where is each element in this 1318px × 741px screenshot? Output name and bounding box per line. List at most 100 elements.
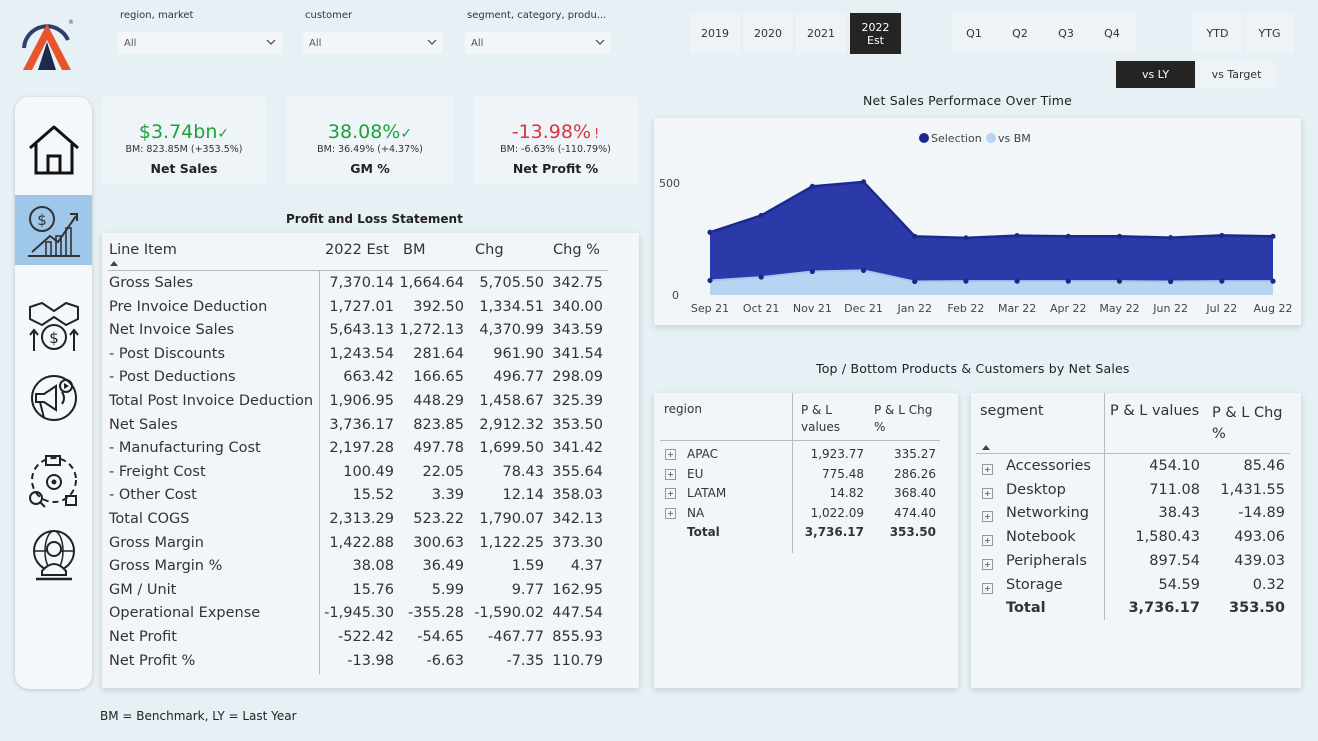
pl-header-bm[interactable]: BM xyxy=(403,242,425,258)
table-row[interactable]: Net Profit -522.42 -54.65 -467.77 855.93 xyxy=(109,629,609,652)
table-row[interactable]: GM / Unit 15.76 5.99 9.77 162.95 xyxy=(109,582,609,605)
vs-bm-point[interactable] xyxy=(758,274,764,280)
table-row[interactable]: Total Post Invoice Deduction 1,906.95 448.… xyxy=(109,393,609,416)
expand-plus-icon[interactable] xyxy=(982,511,993,523)
selection-point[interactable] xyxy=(1116,233,1123,239)
table-row[interactable]: - Freight Cost 100.49 22.05 78.43 355.64 xyxy=(109,464,609,487)
slicer-segment-dropdown[interactable]: All xyxy=(465,32,611,54)
expand-plus-icon[interactable] xyxy=(665,449,676,460)
table-row[interactable]: - Post Deductions 663.42 166.65 496.77 298.0… xyxy=(109,369,609,392)
sidebar-item-marketing[interactable] xyxy=(15,365,92,435)
vs-bm-point[interactable] xyxy=(912,278,918,285)
expand-plus-icon[interactable] xyxy=(982,558,993,570)
vs-bm-point[interactable] xyxy=(1065,278,1071,284)
table-row[interactable]: - Manufacturing Cost 2,197.28 497.78 1,699.… xyxy=(109,440,609,463)
table-row[interactable]: Notebook 1,580.43 493.06 xyxy=(971,527,1296,550)
segment-total-row[interactable]: Total 3,736.17 353.50 xyxy=(971,598,1296,621)
sidebar-item-supply-chain[interactable] xyxy=(15,445,92,515)
vs-bm-point[interactable] xyxy=(1116,278,1123,284)
pl-header-2022-est[interactable]: 2022 Est xyxy=(325,242,389,258)
ytg-button[interactable]: YTG xyxy=(1245,13,1294,54)
ytd-button[interactable]: YTD xyxy=(1193,13,1242,54)
vs-bm-point[interactable] xyxy=(1270,278,1276,284)
selection-point[interactable] xyxy=(1065,233,1071,239)
selection-point[interactable] xyxy=(912,233,918,239)
year-2019-button[interactable]: 2019 xyxy=(690,13,740,54)
selection-point[interactable] xyxy=(963,235,969,241)
table-row[interactable]: Networking 38.43 -14.89 xyxy=(971,503,1296,526)
table-row[interactable]: EU 775.48 286.26 xyxy=(654,465,954,484)
vs-bm-point[interactable] xyxy=(963,278,969,284)
region-header-label[interactable]: region xyxy=(664,402,702,416)
year-2022-est-button[interactable]: 2022 Est xyxy=(850,13,901,54)
sort-ascending-icon[interactable] xyxy=(981,444,991,451)
sidebar-item-sales[interactable]: $ xyxy=(15,290,92,360)
table-row[interactable]: APAC 1,923.77 335.27 xyxy=(654,445,954,464)
quarter-q3-button[interactable]: Q3 xyxy=(1043,13,1089,54)
year-2021-button[interactable]: 2021 xyxy=(796,13,846,54)
expand-plus-icon[interactable] xyxy=(982,582,993,594)
table-row[interactable]: Peripherals 897.54 439.03 xyxy=(971,551,1296,574)
pl-cell: 166.65 xyxy=(413,369,464,386)
selection-point[interactable] xyxy=(758,212,764,219)
slicer-region-dropdown[interactable]: All xyxy=(118,32,282,54)
selection-point[interactable] xyxy=(1270,233,1276,239)
selection-point[interactable] xyxy=(707,229,713,235)
table-row[interactable]: - Other Cost 15.52 3.39 12.14 358.03 xyxy=(109,487,609,510)
selection-point[interactable] xyxy=(1014,233,1020,239)
slicer-customer-dropdown[interactable]: All xyxy=(303,32,443,54)
region-header-chg[interactable]: P & L Chg % xyxy=(874,402,932,436)
region-header-values[interactable]: P & L values xyxy=(801,402,840,436)
pl-header-line-item[interactable]: Line Item xyxy=(109,242,177,258)
table-row[interactable]: - Post Discounts 1,243.54 281.64 961.90 341.… xyxy=(109,346,609,369)
vs-bm-point[interactable] xyxy=(1219,278,1225,284)
table-row[interactable]: Desktop 711.08 1,431.55 xyxy=(971,480,1296,503)
vs-bm-point[interactable] xyxy=(1014,278,1020,284)
expand-plus-icon[interactable] xyxy=(982,464,993,475)
quarter-q1-button[interactable]: Q1 xyxy=(951,13,997,54)
quarter-q2-button[interactable]: Q2 xyxy=(997,13,1043,54)
vs-bm-point[interactable] xyxy=(809,268,815,275)
quarter-q4-button[interactable]: Q4 xyxy=(1089,13,1135,54)
expand-plus-icon[interactable] xyxy=(665,468,676,480)
selection-point[interactable] xyxy=(1168,235,1174,241)
table-row[interactable]: NA 1,022.09 474.40 xyxy=(654,504,954,523)
table-row[interactable]: Pre Invoice Deduction 1,727.01 392.50 1,334… xyxy=(109,299,609,322)
pl-cell: 1,458.67 xyxy=(479,393,544,409)
vs-bm-point[interactable] xyxy=(1168,278,1174,285)
pl-header-chg-pct[interactable]: Chg % xyxy=(553,242,600,258)
sidebar-item-executive[interactable] xyxy=(15,520,92,590)
table-row[interactable]: Gross Margin % 38.08 36.49 1.59 4.37 xyxy=(109,558,609,581)
year-2020-button[interactable]: 2020 xyxy=(743,13,793,54)
table-row[interactable]: Net Invoice Sales 5,643.13 1,272.13 4,370.9… xyxy=(109,322,609,345)
sidebar-item-home[interactable] xyxy=(15,115,92,185)
table-row[interactable]: Total COGS 2,313.29 523.22 1,790.07 342.13 xyxy=(109,511,609,534)
table-row[interactable]: Accessories 454.10 85.46 xyxy=(971,456,1296,479)
segment-header-values[interactable]: P & L values xyxy=(1110,403,1199,419)
vs-ly-button[interactable]: vs LY xyxy=(1116,61,1195,88)
expand-plus-icon[interactable] xyxy=(665,488,676,499)
table-row[interactable]: LATAM 14.82 368.40 xyxy=(654,484,954,503)
selection-point[interactable] xyxy=(809,183,815,189)
vs-bm-point[interactable] xyxy=(707,277,713,284)
table-row[interactable]: Operational Expense -1,945.30 -355.28 -1,59… xyxy=(109,605,609,628)
segment-header-label[interactable]: segment xyxy=(980,403,1044,419)
region-total-row[interactable]: Total 3,736.17 353.50 xyxy=(654,523,954,542)
pl-header-chg[interactable]: Chg xyxy=(475,242,504,258)
sidebar-item-finance[interactable]: $ xyxy=(15,195,92,265)
table-row[interactable]: Gross Margin 1,422.88 300.63 1,122.25 373.30 xyxy=(109,535,609,558)
vs-target-button[interactable]: vs Target xyxy=(1197,61,1276,88)
segment-header-chg[interactable]: P & L Chg % xyxy=(1212,403,1282,445)
expand-plus-icon[interactable] xyxy=(982,535,993,547)
table-row[interactable]: Net Sales 3,736.17 823.85 2,912.32 353.50 xyxy=(109,417,609,440)
expand-plus-icon[interactable] xyxy=(982,487,993,499)
table-row[interactable]: Gross Sales 7,370.14 1,664.64 5,705.50 342.7… xyxy=(109,275,609,298)
table-row[interactable]: Net Profit % -13.98 -6.63 -7.35 110.79 xyxy=(109,653,609,676)
table-row[interactable]: Storage 54.59 0.32 xyxy=(971,575,1296,598)
sort-ascending-icon[interactable] xyxy=(109,260,119,267)
selection-point[interactable] xyxy=(860,179,867,185)
expand-plus-icon[interactable] xyxy=(665,507,676,519)
vs-bm-point[interactable] xyxy=(860,267,867,273)
pl-line-item: Gross Sales xyxy=(109,275,194,291)
selection-point[interactable] xyxy=(1219,232,1225,239)
